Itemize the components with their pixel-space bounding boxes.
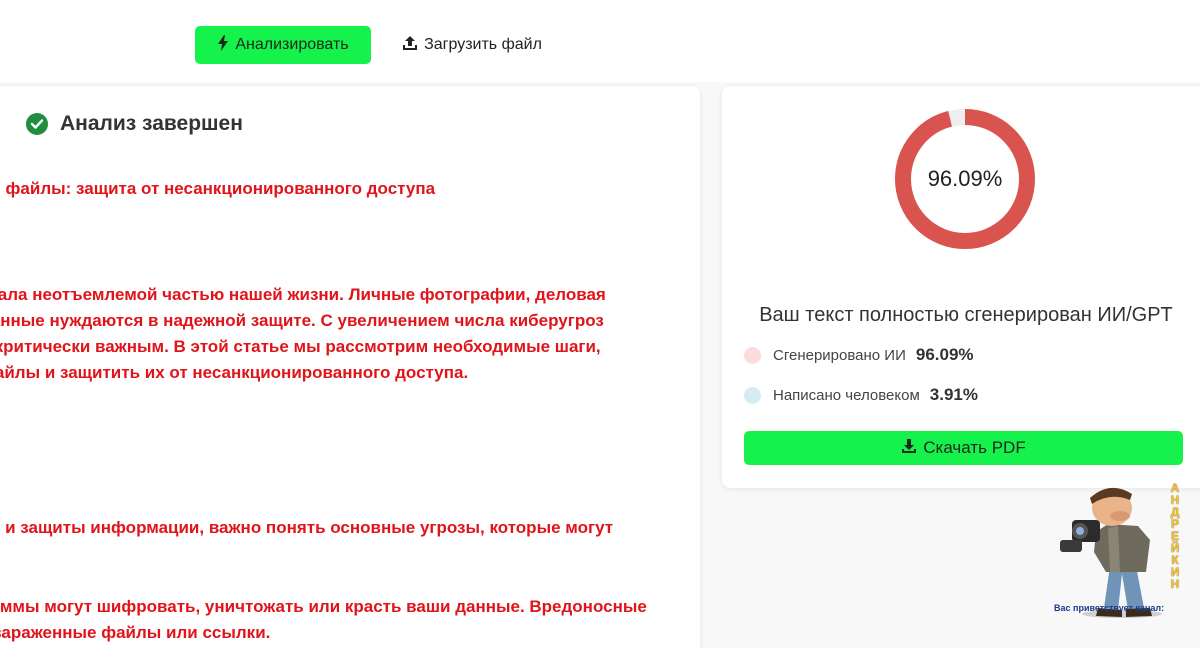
channel-caption: Вас приветствует канал:	[1054, 603, 1165, 613]
highlighted-text-line: стала неотъемлемой частью нашей жизни. Л…	[0, 285, 606, 304]
channel-name-vertical: АНДРЕЙКИН	[1170, 481, 1180, 591]
legend-ai-value: 96.09%	[915, 345, 974, 364]
top-toolbar: Анализировать Загрузить файл	[0, 0, 1200, 82]
upload-label: Загрузить файл	[424, 36, 542, 53]
highlighted-text-line: я критически важным. В этой статье мы ра…	[0, 337, 601, 356]
analyze-button[interactable]: Анализировать	[195, 26, 371, 64]
download-pdf-button[interactable]: Скачать PDF	[744, 431, 1183, 465]
highlighted-text-line: раммы могут шифровать, уничтожать или кр…	[0, 597, 647, 616]
legend-ai: Сгенерировано ИИ 96.09%	[744, 345, 974, 365]
download-icon	[901, 438, 917, 459]
legend-human-value: 3.91%	[929, 385, 978, 404]
lightning-icon	[217, 34, 229, 56]
highlighted-text-line: з зараженные файлы или ссылки.	[0, 623, 271, 642]
legend-human-dot	[744, 386, 761, 404]
summary-panel: 96.09% Ваш текст полностью сгенерирован …	[722, 86, 1200, 488]
status-title: Анализ завершен	[60, 112, 243, 135]
upload-file-button[interactable]: Загрузить файл	[386, 26, 558, 64]
analysis-result-panel: Анализ завершен ои файлы: защита от неса…	[0, 86, 700, 648]
analyze-label: Анализировать	[235, 36, 349, 53]
donut-percent-label: 96.09%	[927, 166, 1003, 191]
highlighted-text-line: ои файлы: защита от несанкционированного…	[0, 179, 436, 198]
highlighted-text-line: файлы и защитить их от несанкционированн…	[0, 363, 469, 382]
verdict-text: Ваш текст полностью сгенерирован ИИ/GPT	[759, 304, 1173, 326]
check-circle-icon	[26, 113, 48, 135]
upload-icon	[402, 35, 418, 56]
highlighted-text-line: ия и защиты информации, важно понять осн…	[0, 518, 614, 537]
legend-human-label: Написано человеком	[773, 386, 920, 404]
legend-ai-dot	[744, 346, 761, 364]
analysis-status: Анализ завершен	[26, 112, 243, 136]
highlighted-text-line: данные нуждаются в надежной защите. С ув…	[0, 311, 604, 330]
legend-human: Написано человеком 3.91%	[744, 385, 978, 405]
legend-ai-label: Сгенерировано ИИ	[773, 346, 906, 364]
download-pdf-label: Скачать PDF	[923, 438, 1026, 457]
